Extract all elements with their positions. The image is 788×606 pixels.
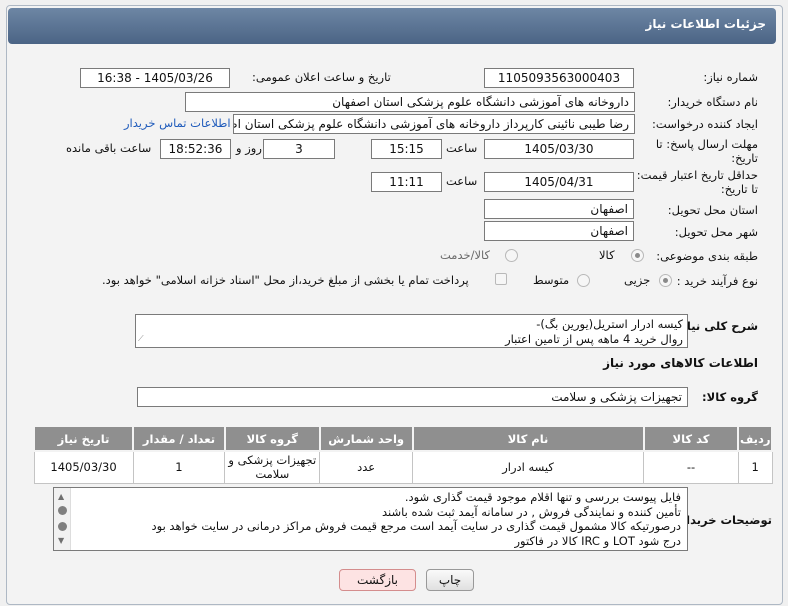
notes-scrollbar[interactable]: ▲ ▼ — [54, 488, 71, 550]
panel-header: جزئیات اطلاعات نیاز — [8, 8, 776, 44]
announce-label: تاریخ و ساعت اعلان عمومی: — [252, 70, 391, 84]
validity-time-label: ساعت — [446, 174, 478, 188]
treasury-checkbox[interactable] — [495, 273, 507, 285]
panel-title: جزئیات اطلاعات نیاز — [645, 17, 766, 31]
description-line-1: کیسه ادرار استریل(یورین بگ)- — [536, 317, 683, 331]
col-group: گروه کالا — [223, 425, 321, 452]
reply-time-field[interactable]: 15:15 — [371, 139, 442, 159]
validity-date-field[interactable]: 1405/04/31 — [484, 172, 634, 192]
cell-name: کیسه ادرار — [412, 450, 645, 484]
scroll-thumb[interactable] — [58, 506, 67, 515]
buyer-notes-textarea[interactable]: ▲ ▼ فایل پیوست بررسی و تنها اقلام موجود … — [53, 487, 688, 551]
col-name: نام کالا — [411, 425, 645, 452]
remaining-time-field[interactable]: 18:52:36 — [160, 139, 231, 159]
category-goods-service-label: کالا/خدمت — [440, 248, 491, 262]
requester-field[interactable]: رضا طیبی نائینی کارپرداز داروخانه های آم… — [233, 114, 635, 134]
goods-table-header: ردیف کد کالا نام کالا واحد شمارش گروه کا… — [32, 425, 773, 452]
buyer-org-label: نام دستگاه خریدار: — [667, 95, 758, 109]
days-label: روز و — [236, 141, 262, 155]
resize-grip-icon[interactable]: ⟋ — [138, 332, 144, 347]
cell-qty: 1 — [132, 450, 226, 484]
reply-deadline-label: مهلت ارسال پاسخ: تا — [655, 137, 758, 151]
col-code: کد کالا — [642, 425, 740, 452]
description-textarea[interactable]: کیسه ادرار استریل(یورین بگ)- روال خرید 4… — [135, 314, 688, 348]
scroll-down-icon[interactable]: ▼ — [58, 534, 64, 549]
table-row[interactable]: 1 -- کیسه ادرار عدد تجهیزات پزشکی و سلام… — [33, 450, 773, 484]
description-line-2: روال خرید 4 ماهه پس از تامین اعتبار — [505, 331, 683, 346]
note-line-2: تأمین کننده و نمایندگی فروش , در سامانه … — [382, 504, 681, 519]
process-radio-medium[interactable] — [577, 274, 590, 287]
requester-label: ایجاد کننده درخواست: — [652, 117, 758, 131]
need-number-label: شماره نیاز: — [703, 70, 758, 84]
goods-table: ردیف کد کالا نام کالا واحد شمارش گروه کا… — [32, 425, 773, 484]
description-label: شرح کلی نیاز: — [675, 319, 758, 333]
scroll-thumb-2[interactable] — [58, 522, 67, 531]
announce-date-field[interactable]: 1405/03/26 - 16:38 — [80, 68, 230, 88]
goods-group-label: گروه کالا: — [702, 390, 758, 404]
back-button[interactable]: بازگشت — [339, 569, 416, 591]
reply-deadline-label-2: تاریخ: — [731, 151, 758, 165]
reply-time-label: ساعت — [446, 141, 478, 155]
col-index: ردیف — [737, 425, 773, 452]
print-button[interactable]: چاپ — [426, 569, 474, 591]
goods-group-field[interactable]: تجهیزات پزشکی و سلامت — [137, 387, 688, 407]
reply-date-field[interactable]: 1405/03/30 — [484, 139, 634, 159]
cell-group: تجهیزات پزشکی و سلامت — [224, 450, 321, 484]
need-number-field[interactable]: 1105093563000403 — [484, 68, 634, 88]
process-minor-label: جزیی — [624, 273, 651, 287]
col-unit: واحد شمارش — [318, 425, 414, 452]
city-label: شهر محل تحویل: — [674, 225, 758, 239]
cell-date: 1405/03/30 — [33, 450, 134, 484]
cell-code: -- — [643, 450, 739, 484]
category-radio-goods[interactable] — [631, 249, 644, 262]
process-radio-minor[interactable] — [659, 274, 672, 287]
cell-index: 1 — [737, 450, 773, 484]
buyer-notes-label: توضیحات خریدار: — [674, 513, 772, 527]
note-line-4: درج شود LOT و IRC کالا در فاکتور — [514, 533, 681, 548]
category-label: طبقه بندی موضوعی: — [656, 249, 758, 263]
note-line-3: درصورتیکه کالا مشمول قیمت گذاری در سایت … — [151, 519, 681, 533]
category-goods-label: کالا — [599, 248, 615, 262]
province-field[interactable]: اصفهان — [484, 199, 634, 219]
validity-time-field[interactable]: 11:11 — [371, 172, 442, 192]
process-medium-label: متوسط — [533, 273, 570, 287]
col-qty: تعداد / مقدار — [132, 425, 226, 452]
province-label: استان محل تحویل: — [667, 203, 758, 217]
goods-section-title: اطلاعات کالاهای مورد نیاز — [603, 356, 758, 370]
process-type-label: نوع فرآیند خرید : — [676, 274, 758, 288]
city-field[interactable]: اصفهان — [484, 221, 634, 241]
days-remaining-field[interactable]: 3 — [263, 139, 335, 159]
validity-label: حداقل تاریخ اعتبار قیمت: — [636, 168, 758, 182]
note-line-1: فایل پیوست بررسی و تنها اقلام موجود قیمت… — [404, 490, 681, 504]
scroll-up-icon[interactable]: ▲ — [58, 490, 64, 505]
cell-unit: عدد — [319, 450, 414, 484]
payment-note: پرداخت تمام یا بخشی از مبلغ خرید،از محل … — [102, 273, 469, 287]
buyer-org-field[interactable]: داروخانه های آموزشی دانشگاه علوم پزشکی ا… — [185, 92, 635, 112]
remaining-time-label: ساعت باقی مانده — [66, 141, 152, 155]
category-radio-goods-service[interactable] — [505, 249, 518, 262]
col-date: تاریخ نیاز — [32, 425, 135, 452]
validity-label-2: تا تاریخ: — [720, 182, 758, 196]
buyer-contact-link[interactable]: اطلاعات تماس خریدار — [124, 116, 231, 130]
